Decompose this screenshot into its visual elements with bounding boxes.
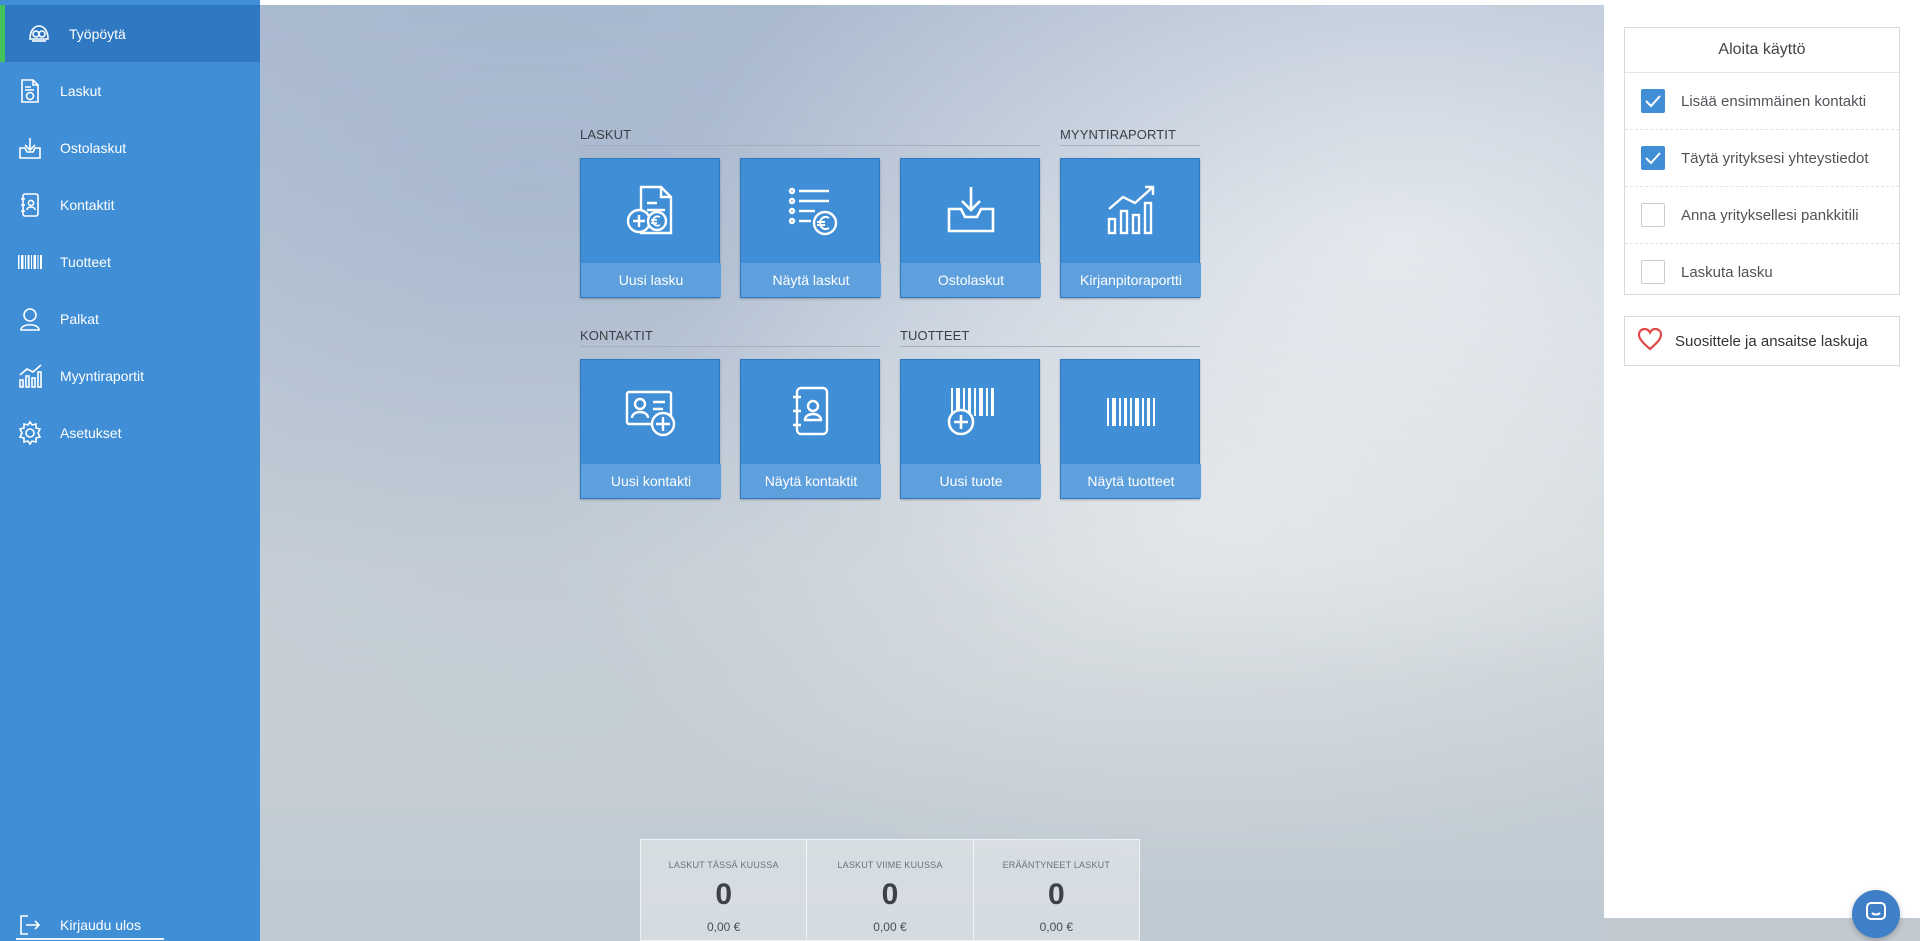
- person-icon: [16, 305, 44, 333]
- barcode-icon: [1061, 372, 1201, 452]
- tile-accounting-report[interactable]: Kirjanpitoraportti: [1060, 158, 1201, 298]
- tile-new-invoice[interactable]: Uusi lasku: [580, 158, 721, 298]
- add-contact-icon: [581, 372, 721, 452]
- chat-icon: [1865, 901, 1887, 928]
- section-title-myyntiraportit: MYYNTIRAPORTIT: [1060, 127, 1200, 146]
- tile-show-products[interactable]: Näytä tuotteet: [1060, 359, 1201, 499]
- logout-button[interactable]: Kirjaudu ulos: [0, 908, 260, 941]
- sidebar-item-label: Asetukset: [60, 424, 122, 441]
- tile-new-product[interactable]: Uusi tuote: [900, 359, 1041, 499]
- sidebar: Työpöytä Laskut Ostolaskut Kontaktit Tuo…: [0, 0, 260, 941]
- sidebar-item-myyntiraportit[interactable]: Myyntiraportit: [0, 347, 260, 404]
- recommend-label: Suosittele ja ansaitse laskuja: [1675, 332, 1868, 350]
- checklist-label: Lisää ensimmäinen kontakti: [1681, 92, 1867, 110]
- section-title-tuotteet: TUOTTEET: [900, 328, 1200, 347]
- sidebar-item-label: Palkat: [60, 310, 99, 327]
- getting-started-title: Aloita käyttö: [1625, 28, 1899, 73]
- scroll-indicator: [16, 938, 164, 940]
- sidebar-item-tuotteet[interactable]: Tuotteet: [0, 233, 260, 290]
- stat-overdue: ERÄÄNTYNEET LASKUT 0 0,00 €: [974, 840, 1139, 940]
- sidebar-item-laskut[interactable]: Laskut: [0, 62, 260, 119]
- stat-this-month: LASKUT TÄSSÄ KUUSSA 0 0,00 €: [641, 840, 808, 940]
- tile-new-contact[interactable]: Uusi kontakti: [580, 359, 721, 499]
- section-title-kontaktit: KONTAKTIT: [580, 328, 880, 347]
- barcode-icon: [16, 248, 44, 276]
- invoice-stats: LASKUT TÄSSÄ KUUSSA 0 0,00 € LASKUT VIIM…: [640, 839, 1140, 941]
- checklist-label: Täytä yrityksesi yhteystiedot: [1681, 149, 1869, 167]
- new-invoice-icon: [581, 171, 721, 251]
- recommend-button[interactable]: Suosittele ja ansaitse laskuja: [1624, 316, 1900, 366]
- tile-label: Ostolaskut: [901, 263, 1041, 297]
- checklist-item-company-info[interactable]: Täytä yrityksesi yhteystiedot: [1625, 130, 1899, 187]
- invoice-icon: [16, 77, 44, 105]
- tile-label: Uusi lasku: [581, 263, 721, 297]
- stat-count: 0: [1047, 878, 1065, 911]
- checkbox-checked[interactable]: [1641, 146, 1665, 170]
- chart-icon: [1061, 171, 1201, 251]
- stat-last-month: LASKUT VIIME KUUSSA 0 0,00 €: [807, 840, 974, 940]
- invoice-list-icon: [741, 171, 881, 251]
- heart-icon: [1637, 327, 1663, 356]
- inbox-icon: [901, 171, 1041, 251]
- tile-label: Uusi kontakti: [581, 464, 721, 498]
- checkbox-checked[interactable]: [1641, 89, 1665, 113]
- tile-label: Näytä laskut: [741, 263, 881, 297]
- chart-icon: [16, 362, 44, 390]
- checklist-item-bank-account[interactable]: Anna yrityksellesi pankkitili: [1625, 187, 1899, 244]
- tile-label: Kirjanpitoraportti: [1061, 263, 1201, 297]
- sidebar-item-label: Myyntiraportit: [60, 367, 145, 384]
- getting-started-card: Aloita käyttö Lisää ensimmäinen kontakti…: [1624, 27, 1900, 295]
- chat-button[interactable]: [1852, 890, 1900, 938]
- stat-count: 0: [715, 878, 732, 911]
- dashboard-icon: [25, 20, 53, 48]
- sidebar-item-palkat[interactable]: Palkat: [0, 290, 260, 347]
- stat-amount: 0,00 €: [706, 920, 741, 934]
- sidebar-item-label: Laskut: [60, 82, 102, 99]
- tile-show-contacts[interactable]: Näytä kontaktit: [740, 359, 881, 499]
- stat-count: 0: [881, 878, 899, 911]
- stat-label: LASKUT TÄSSÄ KUUSSA: [668, 860, 779, 870]
- inbox-icon: [16, 134, 44, 162]
- stat-amount: 0,00 €: [1039, 920, 1073, 934]
- add-product-icon: [901, 372, 1041, 452]
- sidebar-item-label: Ostolaskut: [60, 139, 127, 156]
- checkbox-unchecked[interactable]: [1641, 203, 1665, 227]
- checklist-label: Laskuta lasku: [1681, 263, 1773, 281]
- gear-icon: [16, 419, 44, 447]
- stat-amount: 0,00 €: [873, 920, 907, 934]
- tile-label: Näytä kontaktit: [741, 464, 881, 498]
- contact-book-icon: [16, 191, 44, 219]
- stat-label: ERÄÄNTYNEET LASKUT: [1002, 860, 1111, 870]
- sidebar-item-ostolaskut[interactable]: Ostolaskut: [0, 119, 260, 176]
- tile-label: Uusi tuote: [901, 464, 1041, 498]
- sidebar-item-tyopoyta[interactable]: Työpöytä: [0, 5, 260, 62]
- sidebar-item-label: Tuotteet: [60, 253, 111, 270]
- tile-show-invoices[interactable]: Näytä laskut: [740, 158, 881, 298]
- sidebar-item-kontaktit[interactable]: Kontaktit: [0, 176, 260, 233]
- logout-label: Kirjaudu ulos: [60, 916, 141, 933]
- sidebar-item-label: Kontaktit: [60, 196, 115, 213]
- checklist-item-add-contact[interactable]: Lisää ensimmäinen kontakti: [1625, 73, 1899, 130]
- sidebar-item-asetukset[interactable]: Asetukset: [0, 404, 260, 461]
- section-title-laskut: LASKUT: [580, 127, 1040, 146]
- checklist-item-send-invoice[interactable]: Laskuta lasku: [1625, 244, 1899, 300]
- contact-book-icon: [741, 372, 881, 452]
- checkbox-unchecked[interactable]: [1641, 260, 1665, 284]
- logout-icon: [16, 911, 44, 939]
- tile-purchase-invoices[interactable]: Ostolaskut: [900, 158, 1041, 298]
- sidebar-item-label: Työpöytä: [69, 25, 126, 42]
- tile-label: Näytä tuotteet: [1061, 464, 1201, 498]
- checklist-label: Anna yrityksellesi pankkitili: [1681, 206, 1859, 224]
- stat-label: LASKUT VIIME KUUSSA: [837, 860, 943, 870]
